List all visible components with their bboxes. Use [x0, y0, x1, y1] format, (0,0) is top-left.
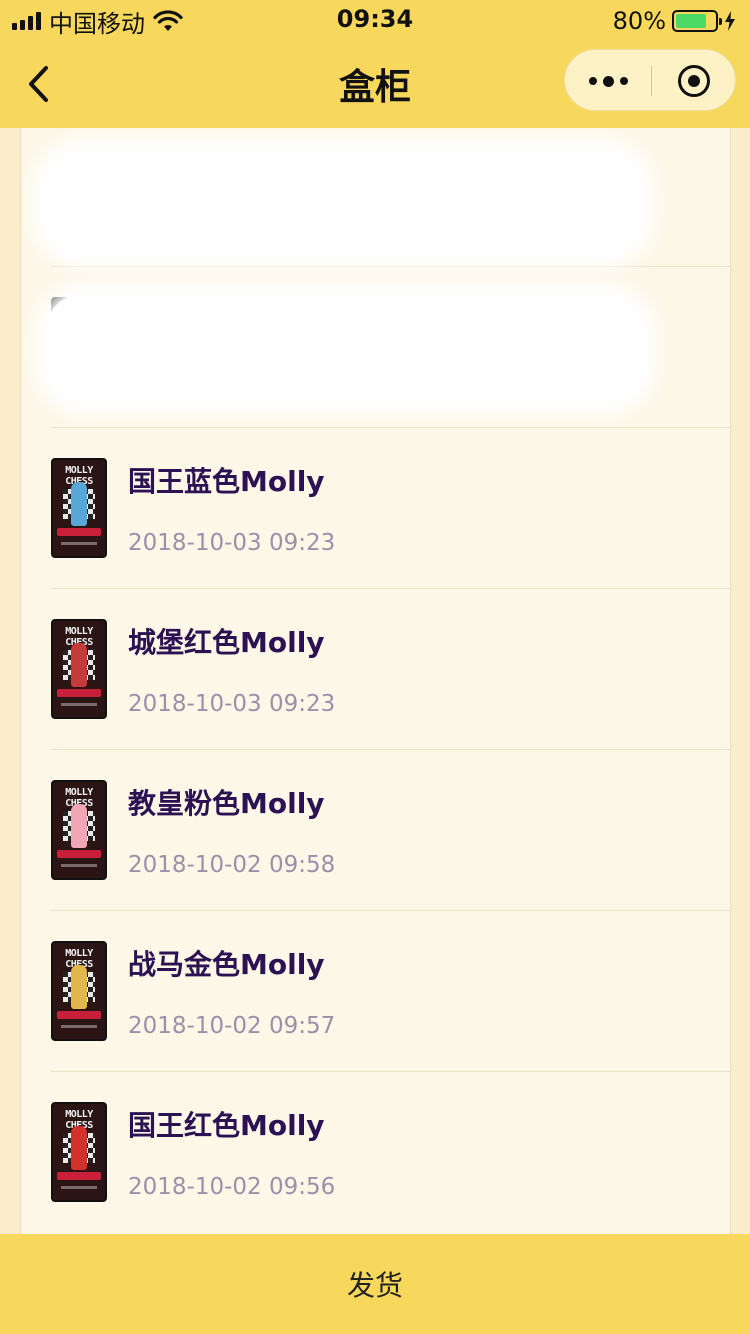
- battery-percent: 80%: [612, 7, 666, 35]
- more-button[interactable]: [565, 50, 651, 112]
- ship-button[interactable]: 发货: [0, 1234, 750, 1334]
- redaction-mark: [45, 293, 645, 405]
- molly-figure: [71, 804, 87, 848]
- molly-figure: [71, 643, 87, 687]
- status-right: 80%: [613, 7, 736, 35]
- item-time: 2018-10-03 09:23: [128, 530, 336, 556]
- item-thumbnail: MOLLYCHESS: [51, 458, 107, 558]
- box-cabinet-list: MOLLYCHESS 国王蓝色Molly 2018-10-03 09:23 MO…: [20, 128, 731, 1234]
- item-time: 2018-10-02 09:58: [128, 852, 336, 878]
- item-thumbnail: MOLLYCHESS: [51, 1102, 107, 1202]
- list-item[interactable]: MOLLYCHESS 城堡红色Molly 2018-10-03 09:23: [51, 589, 730, 750]
- item-name: 城堡红色Molly: [128, 626, 325, 659]
- nav-bar: 盒柜: [0, 40, 750, 128]
- item-time: 2018-10-02 09:57: [128, 1013, 336, 1039]
- battery-fill: [676, 14, 707, 28]
- list-item[interactable]: MOLLYCHESS 战马金色Molly 2018-10-02 09:57: [51, 911, 730, 1072]
- close-button[interactable]: [651, 50, 737, 112]
- list-item[interactable]: MOLLYCHESS 国王红色Molly 2018-10-02 09:56: [51, 1072, 730, 1233]
- list-item[interactable]: MOLLYCHESS 教皇粉色Molly 2018-10-02 09:58: [51, 750, 730, 911]
- molly-figure: [71, 1126, 87, 1170]
- list-item-redacted[interactable]: [45, 267, 730, 428]
- item-name: 教皇粉色Molly: [128, 787, 325, 820]
- item-time: 2018-10-03 09:23: [128, 691, 336, 717]
- item-thumbnail: MOLLYCHESS: [51, 780, 107, 880]
- item-name: 战马金色Molly: [128, 948, 325, 981]
- list-item-redacted[interactable]: [43, 128, 730, 267]
- status-bar: 中国移动 09:34 80%: [0, 0, 750, 40]
- more-dots-icon: [588, 77, 597, 85]
- molly-figure: [71, 482, 87, 526]
- charging-bolt-icon: [725, 11, 735, 31]
- mini-program-capsule: [564, 49, 736, 111]
- item-time: 2018-10-02 09:56: [128, 1174, 336, 1200]
- redaction-mark: [43, 148, 643, 258]
- battery-icon: [672, 10, 722, 32]
- item-thumbnail: MOLLYCHESS: [51, 941, 107, 1041]
- target-circle-icon: [678, 65, 710, 97]
- molly-figure: [71, 965, 87, 1009]
- list-item[interactable]: MOLLYCHESS 国王蓝色Molly 2018-10-03 09:23: [51, 428, 730, 589]
- item-thumbnail: MOLLYCHESS: [51, 619, 107, 719]
- item-name: 国王红色Molly: [128, 1109, 325, 1142]
- item-name: 国王蓝色Molly: [128, 465, 325, 498]
